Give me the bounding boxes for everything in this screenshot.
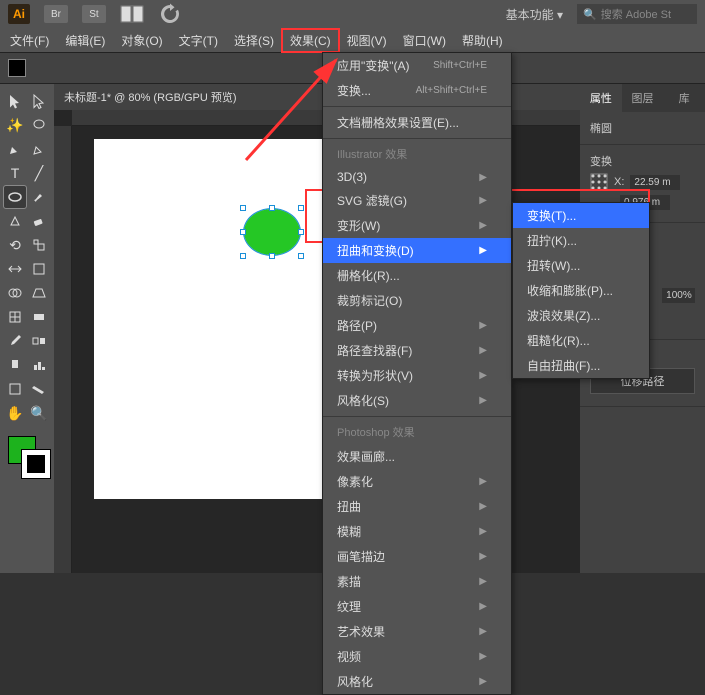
eraser-tool[interactable]	[28, 210, 50, 232]
menu-distort-transform[interactable]: 扭曲和变换(D)▶	[323, 238, 511, 263]
menu-edit[interactable]: 编辑(E)	[57, 29, 113, 52]
toolbox: ✨ T ╱ ⟲ ✋ 🔍	[0, 84, 54, 573]
shape-type-label: 椭圆	[580, 112, 705, 145]
menu-blur[interactable]: 模糊▶	[323, 519, 511, 544]
menu-artistic[interactable]: 艺术效果▶	[323, 619, 511, 644]
menu-raster-settings[interactable]: 文档栅格效果设置(E)...	[323, 110, 511, 135]
app-logo: Ai	[8, 4, 30, 24]
line-tool[interactable]: ╱	[28, 162, 50, 184]
menu-warp[interactable]: 变形(W)▶	[323, 213, 511, 238]
x-label: X:	[614, 176, 624, 188]
menu-path[interactable]: 路径(P)▶	[323, 313, 511, 338]
tab-properties[interactable]: 属性	[580, 84, 622, 112]
menu-texture[interactable]: 纹理▶	[323, 594, 511, 619]
symbol-sprayer-tool[interactable]	[4, 354, 26, 376]
app-topbar: Ai Br St 基本功能 ▾ 🔍 搜索 Adobe St	[0, 0, 705, 28]
gradient-tool[interactable]	[28, 306, 50, 328]
menu-object[interactable]: 对象(O)	[113, 29, 170, 52]
lasso-tool[interactable]	[28, 114, 50, 136]
menu-file[interactable]: 文件(F)	[2, 29, 57, 52]
arrange-icon[interactable]	[120, 5, 144, 23]
sync-icon[interactable]	[158, 5, 182, 23]
column-graph-tool[interactable]	[28, 354, 50, 376]
fill-swatch[interactable]	[8, 59, 26, 77]
perspective-tool[interactable]	[28, 282, 50, 304]
workspace-switcher[interactable]: 基本功能 ▾	[506, 6, 563, 23]
menu-stylize[interactable]: 风格化(S)▶	[323, 388, 511, 413]
distort-transform-submenu: 变换(T)... 扭拧(K)... 扭转(W)... 收缩和膨胀(P)... 波…	[512, 202, 650, 379]
hand-tool[interactable]: ✋	[4, 402, 26, 424]
menu-ps-distort[interactable]: 扭曲▶	[323, 494, 511, 519]
artboard-tool[interactable]	[4, 378, 26, 400]
menu-svg-filters[interactable]: SVG 滤镜(G)▶	[323, 188, 511, 213]
color-well[interactable]	[4, 436, 50, 476]
menu-apply-last[interactable]: 应用"变换"(A)Shift+Ctrl+E	[323, 53, 511, 78]
paintbrush-tool[interactable]	[28, 186, 50, 208]
menu-ps-stylize[interactable]: 风格化▶	[323, 669, 511, 694]
menu-type[interactable]: 文字(T)	[171, 29, 226, 52]
eyedropper-tool[interactable]	[4, 330, 26, 352]
width-tool[interactable]	[4, 258, 26, 280]
x-value[interactable]: 22.59 m	[630, 175, 680, 190]
menu-convert-shape[interactable]: 转换为形状(V)▶	[323, 363, 511, 388]
reference-point-icon[interactable]	[590, 173, 608, 191]
submenu-free-distort[interactable]: 自由扭曲(F)...	[513, 353, 649, 378]
shape-builder-tool[interactable]	[4, 282, 26, 304]
free-transform-tool[interactable]	[28, 258, 50, 280]
magic-wand-tool[interactable]: ✨	[4, 114, 26, 136]
type-tool[interactable]: T	[4, 162, 26, 184]
submenu-roughen[interactable]: 粗糙化(R)...	[513, 328, 649, 353]
ellipse-tool[interactable]	[4, 186, 26, 208]
submenu-rotate[interactable]: 扭转(W)...	[513, 253, 649, 278]
menu-video[interactable]: 视频▶	[323, 644, 511, 669]
ellipse-shape[interactable]	[244, 209, 300, 255]
direct-selection-tool[interactable]	[28, 90, 50, 112]
curvature-tool[interactable]	[28, 138, 50, 160]
bridge-icon[interactable]: Br	[44, 5, 68, 23]
menu-window[interactable]: 窗口(W)	[395, 29, 454, 52]
ruler-vertical	[54, 126, 72, 573]
mesh-tool[interactable]	[4, 306, 26, 328]
menu-pathfinder[interactable]: 路径查找器(F)▶	[323, 338, 511, 363]
menubar: 文件(F) 编辑(E) 对象(O) 文字(T) 选择(S) 效果(C) 视图(V…	[0, 28, 705, 52]
submenu-transform[interactable]: 变换(T)...	[513, 203, 649, 228]
transform-heading: 变换	[590, 153, 695, 169]
scale-tool[interactable]	[28, 234, 50, 256]
stroke-color[interactable]	[22, 450, 50, 478]
zoom-tool[interactable]: 🔍	[28, 402, 50, 424]
stock-icon[interactable]: St	[82, 5, 106, 23]
tab-libraries[interactable]: 库	[663, 84, 705, 112]
opacity-value[interactable]: 100%	[662, 288, 695, 303]
menu-pixelate[interactable]: 像素化▶	[323, 469, 511, 494]
menu-last-effect[interactable]: 变换...Alt+Shift+Ctrl+E	[323, 78, 511, 103]
effects-menu: 应用"变换"(A)Shift+Ctrl+E 变换...Alt+Shift+Ctr…	[322, 52, 512, 695]
menu-crop-marks[interactable]: 裁剪标记(O)	[323, 288, 511, 313]
illustrator-effects-heading: Illustrator 效果	[323, 142, 511, 166]
submenu-pucker-bloat[interactable]: 收缩和膨胀(P)...	[513, 278, 649, 303]
selection-tool[interactable]	[4, 90, 26, 112]
pen-tool[interactable]	[4, 138, 26, 160]
menu-effect-gallery[interactable]: 效果画廊...	[323, 444, 511, 469]
blend-tool[interactable]	[28, 330, 50, 352]
slice-tool[interactable]	[28, 378, 50, 400]
submenu-twist[interactable]: 扭拧(K)...	[513, 228, 649, 253]
menu-effect[interactable]: 效果(C)	[282, 29, 339, 52]
menu-help[interactable]: 帮助(H)	[454, 29, 511, 52]
submenu-zigzag[interactable]: 波浪效果(Z)...	[513, 303, 649, 328]
menu-select[interactable]: 选择(S)	[226, 29, 282, 52]
tab-layers[interactable]: 图层	[622, 84, 664, 112]
search-input[interactable]: 🔍 搜索 Adobe St	[577, 4, 697, 24]
menu-rasterize[interactable]: 栅格化(R)...	[323, 263, 511, 288]
shaper-tool[interactable]	[4, 210, 26, 232]
menu-view[interactable]: 视图(V)	[339, 29, 395, 52]
menu-3d[interactable]: 3D(3)▶	[323, 166, 511, 188]
photoshop-effects-heading: Photoshop 效果	[323, 420, 511, 444]
menu-brush-strokes[interactable]: 画笔描边▶	[323, 544, 511, 569]
rotate-tool[interactable]: ⟲	[4, 234, 26, 256]
